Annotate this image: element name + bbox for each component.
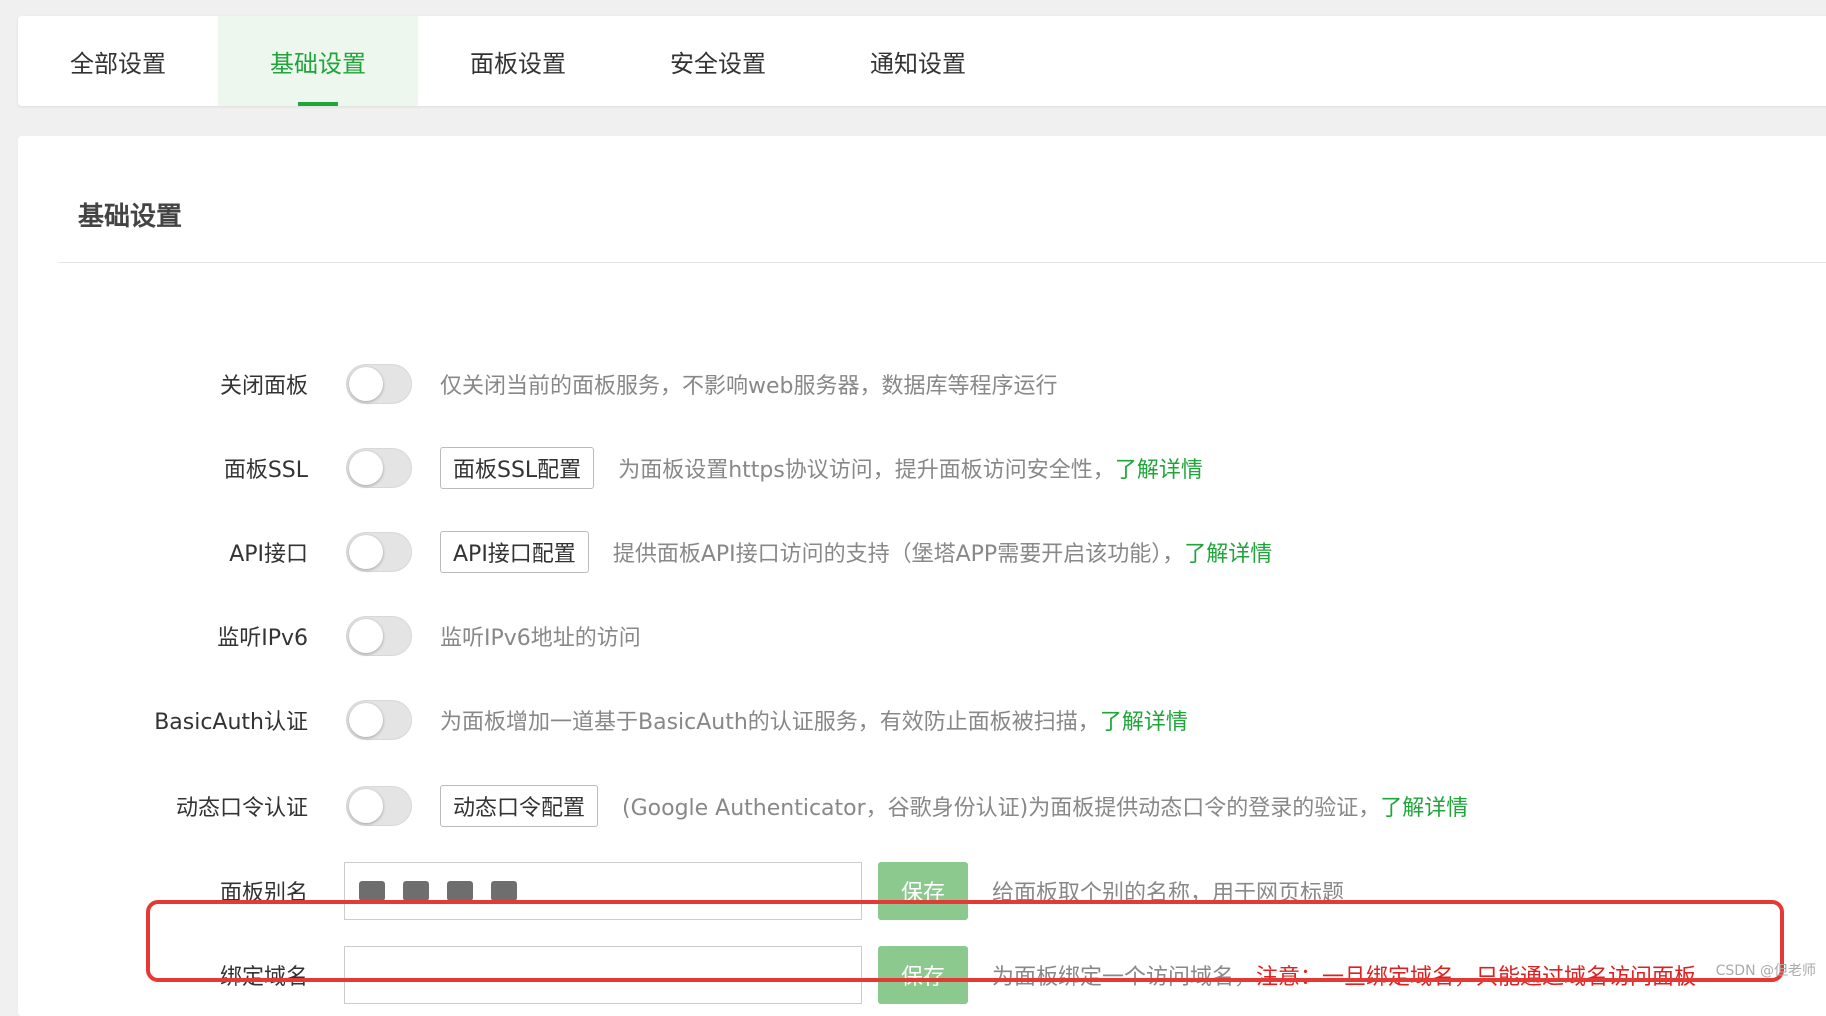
settings-panel: 基础设置 关闭面板 仅关闭当前的面板服务，不影响web服务器，数据库等程序运行 … xyxy=(18,136,1826,1016)
close-panel-label: 关闭面板 xyxy=(219,374,308,399)
panel-ssl-toggle[interactable] xyxy=(346,448,412,488)
ipv6-label: 监听IPv6 xyxy=(217,626,308,651)
otp-toggle[interactable] xyxy=(346,786,412,826)
close-panel-desc: 仅关闭当前的面板服务，不影响web服务器，数据库等程序运行 xyxy=(440,374,1058,399)
basic-auth-label: BasicAuth认证 xyxy=(154,710,308,735)
api-label: API接口 xyxy=(229,542,308,567)
tab-panel-settings[interactable]: 面板设置 xyxy=(418,16,618,106)
row-basic-auth: BasicAuth认证 为面板增加一道基于BasicAuth的认证服务，有效防止… xyxy=(18,690,1188,750)
watermark: CSDN @但老师 xyxy=(1715,963,1816,979)
redacted-block-icon xyxy=(403,881,429,901)
tab-basic-settings[interactable]: 基础设置 xyxy=(218,16,418,106)
basic-auth-desc: 为面板增加一道基于BasicAuth的认证服务，有效防止面板被扫描，了解详情 xyxy=(440,704,1188,736)
api-desc: 提供面板API接口访问的支持（堡塔APP需要开启该功能），了解详情 xyxy=(613,536,1272,568)
api-toggle[interactable] xyxy=(346,532,412,572)
otp-desc-text: (Google Authenticator，谷歌身份认证)为面板提供动态口令的登… xyxy=(622,796,1381,821)
basic-auth-toggle[interactable] xyxy=(346,700,412,740)
tab-notification-settings[interactable]: 通知设置 xyxy=(818,16,1018,106)
section-title: 基础设置 xyxy=(78,202,183,232)
tab-security-settings[interactable]: 安全设置 xyxy=(618,16,818,106)
panel-ssl-learn-more-link[interactable]: 了解详情 xyxy=(1115,458,1203,483)
row-otp: 动态口令认证 动态口令配置 (Google Authenticator，谷歌身份… xyxy=(18,776,1468,836)
row-ipv6: 监听IPv6 监听IPv6地址的访问 xyxy=(18,606,641,666)
annotation-highlight-box xyxy=(146,900,1784,982)
basic-auth-learn-more-link[interactable]: 了解详情 xyxy=(1100,710,1188,735)
panel-ssl-desc: 为面板设置https协议访问，提升面板访问安全性，了解详情 xyxy=(618,452,1203,484)
panel-ssl-desc-text: 为面板设置https协议访问，提升面板访问安全性， xyxy=(618,458,1115,483)
redacted-block-icon xyxy=(359,881,385,901)
api-learn-more-link[interactable]: 了解详情 xyxy=(1184,542,1272,567)
close-panel-toggle[interactable] xyxy=(346,364,412,404)
row-close-panel: 关闭面板 仅关闭当前的面板服务，不影响web服务器，数据库等程序运行 xyxy=(18,354,1058,414)
row-panel-ssl: 面板SSL 面板SSL配置 为面板设置https协议访问，提升面板访问安全性，了… xyxy=(18,438,1203,498)
row-api: API接口 API接口配置 提供面板API接口访问的支持（堡塔APP需要开启该功… xyxy=(18,522,1272,582)
tab-all-settings[interactable]: 全部设置 xyxy=(18,16,218,106)
redacted-block-icon xyxy=(447,881,473,901)
otp-label: 动态口令认证 xyxy=(175,796,308,821)
section-divider xyxy=(58,262,1826,263)
ipv6-desc: 监听IPv6地址的访问 xyxy=(440,626,641,651)
settings-tabs: 全部设置 基础设置 面板设置 安全设置 通知设置 xyxy=(18,16,1826,106)
toggle-knob xyxy=(349,619,383,653)
panel-ssl-config-button[interactable]: 面板SSL配置 xyxy=(440,447,595,489)
otp-config-button[interactable]: 动态口令配置 xyxy=(440,785,599,827)
ipv6-toggle[interactable] xyxy=(346,616,412,656)
toggle-knob xyxy=(349,451,383,485)
otp-desc: (Google Authenticator，谷歌身份认证)为面板提供动态口令的登… xyxy=(622,790,1468,822)
toggle-knob xyxy=(349,703,383,737)
api-desc-text: 提供面板API接口访问的支持（堡塔APP需要开启该功能）， xyxy=(612,542,1185,567)
redacted-block-icon xyxy=(491,881,517,901)
toggle-knob xyxy=(349,789,383,823)
panel-ssl-label: 面板SSL xyxy=(223,458,308,483)
toggle-knob xyxy=(349,367,383,401)
basic-auth-desc-text: 为面板增加一道基于BasicAuth的认证服务，有效防止面板被扫描， xyxy=(440,710,1100,735)
api-config-button[interactable]: API接口配置 xyxy=(440,531,589,573)
otp-learn-more-link[interactable]: 了解详情 xyxy=(1380,796,1468,821)
toggle-knob xyxy=(349,535,383,569)
